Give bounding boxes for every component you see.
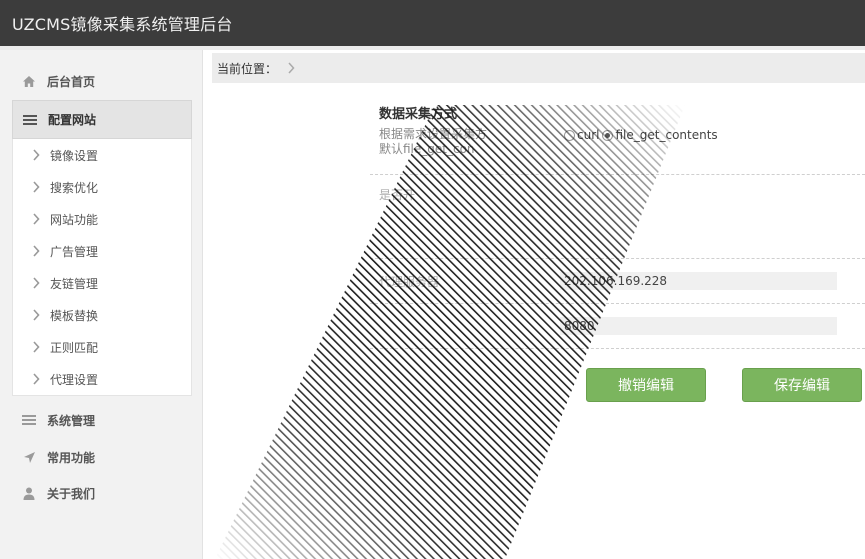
divider bbox=[370, 174, 865, 175]
submenu-item-ads[interactable]: 广告管理 bbox=[13, 235, 191, 267]
location-arrow-icon bbox=[22, 450, 36, 464]
chevron-right-icon bbox=[33, 277, 40, 289]
chevron-right-icon bbox=[33, 213, 40, 225]
divider bbox=[370, 348, 865, 349]
submenu-item-label: 代理设置 bbox=[50, 372, 99, 387]
sidebar-item-about[interactable]: 关于我们 bbox=[12, 475, 192, 511]
proxy-server-input[interactable]: 202.106.169.228 bbox=[560, 272, 837, 290]
submenu-item-label: 广告管理 bbox=[50, 244, 99, 259]
collect-method-title: 数据采集方式 bbox=[379, 107, 458, 122]
submenu-item-label: 网站功能 bbox=[50, 212, 99, 227]
submenu-item-seo[interactable]: 搜索优化 bbox=[13, 171, 191, 203]
sidebar-item-config-site[interactable]: 配置网站 bbox=[12, 100, 192, 139]
user-icon bbox=[22, 486, 36, 500]
sidebar-item-label: 配置网站 bbox=[48, 113, 97, 127]
sidebar: 后台首页 配置网站 镜像设置 搜索优化 网站功能 广告管理 友链管理 模板替换 … bbox=[0, 50, 203, 559]
chevron-right-icon bbox=[33, 181, 40, 193]
chevron-right-icon bbox=[33, 245, 40, 257]
submenu-item-site-functions[interactable]: 网站功能 bbox=[13, 203, 191, 235]
sidebar-item-home[interactable]: 后台首页 bbox=[12, 63, 192, 99]
app-title: UZCMS镜像采集系统管理后台 bbox=[12, 15, 233, 34]
sidebar-item-system[interactable]: 系统管理 bbox=[12, 402, 192, 438]
sidebar-item-label: 后台首页 bbox=[47, 74, 96, 89]
collect-method-desc: 根据需求设置采集方 默认file_get_con bbox=[379, 127, 487, 157]
chevron-right-icon bbox=[33, 309, 40, 321]
sidebar-item-label: 常用功能 bbox=[47, 450, 96, 465]
divider bbox=[370, 303, 865, 304]
submenu-item-label: 搜索优化 bbox=[50, 180, 99, 195]
proxy-enable-label: 是否开 bbox=[379, 188, 416, 202]
cancel-edit-button[interactable]: 撤销编辑 bbox=[586, 368, 706, 402]
chevron-right-icon bbox=[33, 149, 40, 161]
submenu-item-label: 模板替换 bbox=[50, 308, 99, 323]
submenu-item-regex[interactable]: 正则匹配 bbox=[13, 331, 191, 363]
proxy-server-label: 代理服务器 bbox=[379, 275, 440, 289]
divider bbox=[370, 258, 865, 259]
submenu-item-proxy[interactable]: 代理设置 bbox=[13, 363, 191, 395]
proxy-port-input[interactable]: 8080 bbox=[560, 317, 837, 335]
collect-desc-line: 默认file_get_con bbox=[379, 142, 475, 156]
radio-curl[interactable] bbox=[564, 129, 575, 141]
chevron-right-icon bbox=[288, 62, 295, 74]
top-bar: UZCMS镜像采集系统管理后台 bbox=[0, 0, 865, 46]
submenu-item-label: 正则匹配 bbox=[50, 340, 99, 355]
home-icon bbox=[22, 74, 36, 88]
radio-curl-label: curl bbox=[577, 128, 600, 142]
collect-desc-line: 根据需求设置采集方 bbox=[379, 127, 488, 141]
submenu-item-label: 镜像设置 bbox=[50, 148, 99, 163]
submenu-item-label: 友链管理 bbox=[50, 276, 99, 291]
collect-method-options: curl file_get_contents bbox=[564, 128, 718, 142]
breadcrumb-label: 当前位置： bbox=[217, 61, 278, 76]
radio-fgc-label: file_get_contents bbox=[615, 128, 718, 142]
radio-file-get-contents[interactable] bbox=[602, 129, 614, 141]
submenu-item-links[interactable]: 友链管理 bbox=[13, 267, 191, 299]
chevron-right-icon bbox=[33, 341, 40, 353]
breadcrumb: 当前位置： bbox=[212, 53, 865, 83]
submenu-item-templates[interactable]: 模板替换 bbox=[13, 299, 191, 331]
submenu-item-mirror[interactable]: 镜像设置 bbox=[13, 139, 191, 171]
sidebar-item-common[interactable]: 常用功能 bbox=[12, 439, 192, 475]
chevron-right-icon bbox=[33, 373, 40, 385]
sidebar-item-label: 系统管理 bbox=[47, 413, 96, 428]
menu-lines-icon bbox=[22, 413, 36, 427]
config-submenu: 镜像设置 搜索优化 网站功能 广告管理 友链管理 模板替换 正则匹配 代理设置 bbox=[12, 139, 192, 396]
sidebar-item-label: 关于我们 bbox=[47, 486, 96, 501]
save-edit-button[interactable]: 保存编辑 bbox=[742, 368, 862, 402]
menu-lines-icon bbox=[23, 113, 37, 127]
